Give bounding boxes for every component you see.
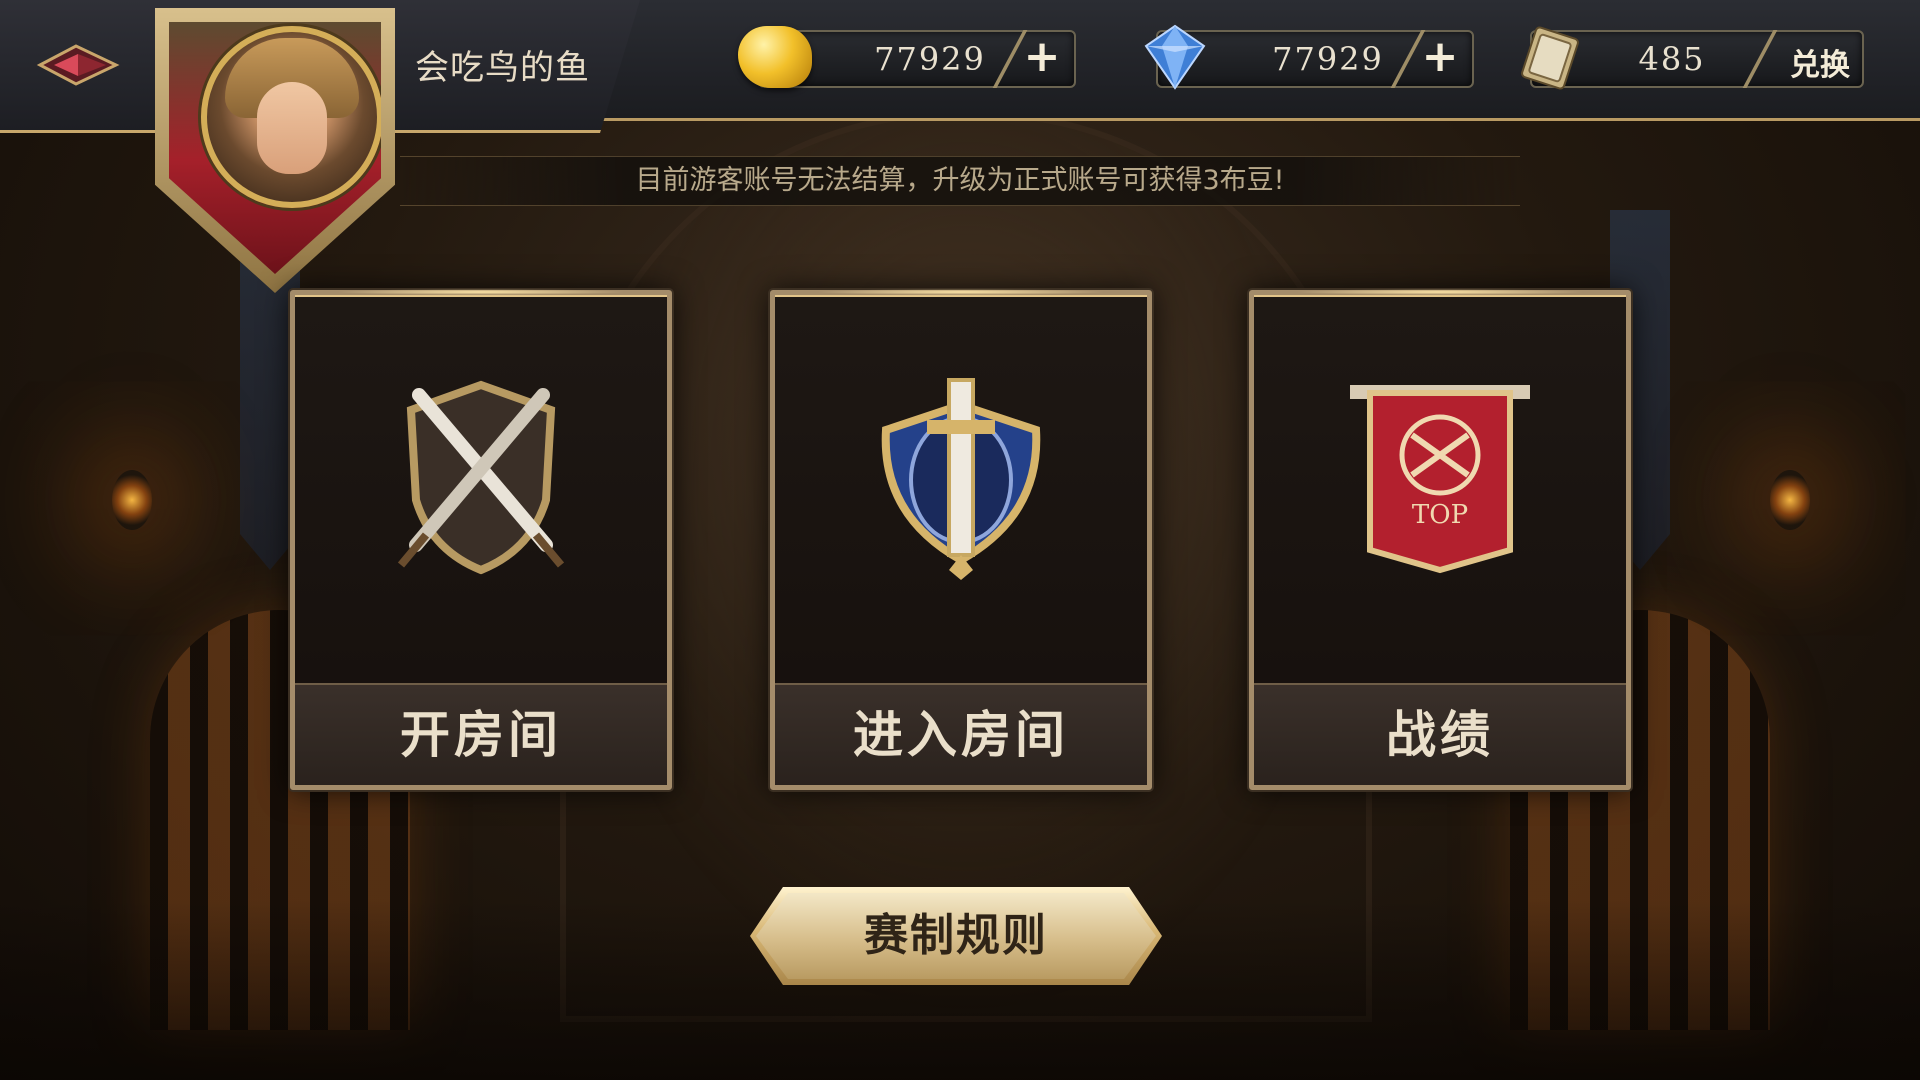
rules-button-label: 赛制规则 bbox=[756, 893, 1156, 979]
diamond-amount: 77929 bbox=[1272, 40, 1384, 78]
currency-beans: 77929 + bbox=[738, 26, 1076, 88]
records-label: 战绩 bbox=[1254, 683, 1626, 785]
rules-button[interactable]: 赛制规则 bbox=[750, 887, 1162, 985]
create-room-card[interactable]: 开房间 bbox=[290, 289, 672, 790]
avatar-portrait bbox=[201, 26, 381, 208]
add-diamonds-button[interactable]: + bbox=[1418, 35, 1462, 80]
currency-divider bbox=[1742, 30, 1778, 88]
bean-amount: 77929 bbox=[874, 40, 986, 78]
records-card[interactable]: TOP 战绩 bbox=[1249, 289, 1631, 790]
torch-left bbox=[112, 470, 152, 530]
card-ticket-icon bbox=[1521, 26, 1579, 90]
guest-account-notice: 目前游客账号无法结算，升级为正式账号可获得3布豆! bbox=[400, 156, 1520, 206]
crossed-swords-shield-icon bbox=[397, 380, 565, 575]
exchange-button[interactable]: 兑换 bbox=[1790, 40, 1850, 84]
top-banner-icon: TOP bbox=[1350, 385, 1530, 574]
player-name: 会吃鸟的鱼 bbox=[415, 48, 590, 88]
top-badge-text: TOP bbox=[1412, 500, 1468, 530]
currency-diamonds: 77929 + bbox=[1144, 24, 1474, 90]
back-arrow-icon bbox=[36, 44, 120, 86]
torch-right bbox=[1770, 470, 1810, 530]
join-room-label: 进入房间 bbox=[775, 683, 1147, 785]
blue-diamond-icon bbox=[1144, 24, 1206, 90]
join-room-card[interactable]: 进入房间 bbox=[770, 289, 1152, 790]
add-beans-button[interactable]: + bbox=[1020, 35, 1064, 80]
avatar-face bbox=[257, 82, 327, 174]
avatar[interactable] bbox=[155, 8, 395, 293]
gold-bean-icon bbox=[738, 26, 812, 88]
back-button[interactable] bbox=[36, 40, 120, 90]
create-room-label: 开房间 bbox=[295, 683, 667, 785]
card-amount: 485 bbox=[1638, 40, 1706, 78]
avatar-crest bbox=[169, 22, 381, 274]
currency-cards: 485 兑换 bbox=[1521, 26, 1864, 90]
sword-shield-emblem-icon bbox=[881, 378, 1041, 580]
